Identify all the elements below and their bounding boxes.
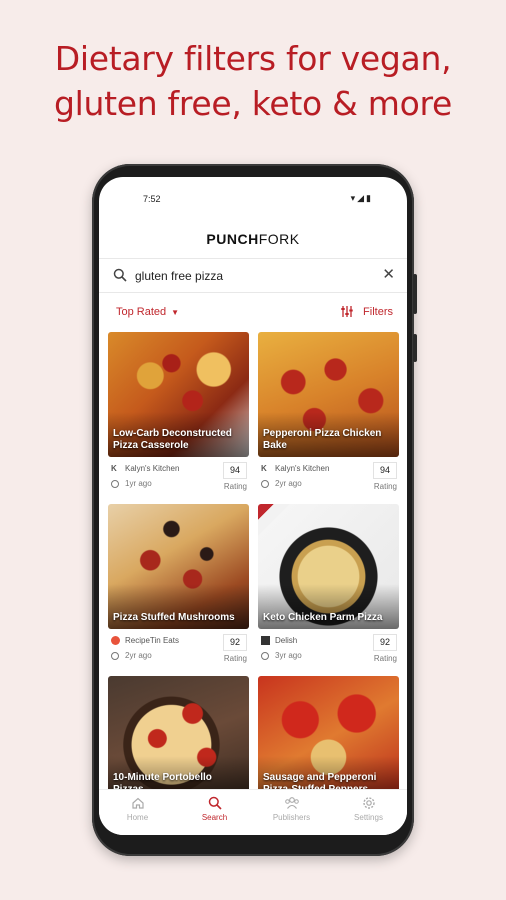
status-icons: ▾◢▮ xyxy=(351,193,373,204)
recipe-title: Pepperoni Pizza Chicken Bake xyxy=(263,428,382,451)
search-icon xyxy=(113,268,127,282)
recipe-image: 10-Minute Portobello Pizzas xyxy=(108,676,249,801)
battery-icon: ▮ xyxy=(366,193,373,203)
clock-icon xyxy=(111,651,119,660)
marketing-headline: Dietary filters for vegan, gluten free, … xyxy=(0,36,506,126)
search-bar: ✕ xyxy=(99,259,407,293)
recipe-image: Sausage and Pepperoni Pizza-Stuffed Pepp… xyxy=(258,676,399,801)
recipe-card[interactable]: Low-Carb Deconstructed Pizza Casserole K… xyxy=(108,332,249,500)
recipe-title: Pizza Stuffed Mushrooms xyxy=(113,612,235,623)
nav-search[interactable]: Search xyxy=(176,790,253,835)
recipetin-eats-logo-icon xyxy=(111,636,120,645)
signal-icon: ◢ xyxy=(357,193,367,203)
clock-icon xyxy=(261,651,269,660)
caret-down-icon: ▼ xyxy=(171,308,180,317)
volume-button xyxy=(413,274,417,314)
publisher: K Kalyn's Kitchen xyxy=(261,464,330,473)
filter-bar: Top Rated ▼ Filters xyxy=(99,293,407,331)
publisher: RecipeTin Eats xyxy=(111,636,179,645)
recipe-title: Keto Chicken Parm Pizza xyxy=(263,612,383,623)
rating-label: Rating xyxy=(373,654,397,663)
power-button xyxy=(413,334,417,362)
search-icon xyxy=(208,796,222,810)
delish-logo-icon xyxy=(261,636,270,645)
recipe-image: Low-Carb Deconstructed Pizza Casserole xyxy=(108,332,249,457)
nav-settings[interactable]: Settings xyxy=(330,790,407,835)
rating-label: Rating xyxy=(223,654,247,663)
recipe-card[interactable]: Pizza Stuffed Mushrooms RecipeTin Eats 2… xyxy=(108,504,249,672)
kalyns-kitchen-logo-icon: K xyxy=(111,464,117,473)
clock-icon xyxy=(261,479,269,488)
clock-icon xyxy=(111,479,119,488)
recipe-title: Low-Carb Deconstructed Pizza Casserole xyxy=(113,428,232,451)
phone-screen: 7:52 ▾◢▮ PUNCHFORK ✕ Top Rated▼ Filters xyxy=(99,177,407,835)
app-bar: PUNCHFORK xyxy=(99,215,407,259)
status-bar: 7:52 ▾◢▮ xyxy=(99,177,407,215)
nav-publishers[interactable]: Publishers xyxy=(253,790,330,835)
recipe-age: 1yr ago xyxy=(111,479,152,488)
publisher: Delish xyxy=(261,636,297,645)
rating-value: 92 xyxy=(373,634,397,651)
kalyns-kitchen-logo-icon: K xyxy=(261,464,267,473)
bottom-navigation: Home Search Publishers Settings xyxy=(99,789,407,835)
headline-line-2: gluten free, keto & more xyxy=(53,84,453,123)
recipe-age: 3yr ago xyxy=(261,651,302,660)
sort-dropdown[interactable]: Top Rated ▼ xyxy=(116,306,179,318)
publisher: K Kalyn's Kitchen xyxy=(111,464,180,473)
settings-icon xyxy=(362,797,375,809)
recipe-image: Keto Chicken Parm Pizza xyxy=(258,504,399,629)
rating-label: Rating xyxy=(373,482,397,491)
recipe-age: 2yr ago xyxy=(111,651,152,660)
recipe-image: Pizza Stuffed Mushrooms xyxy=(108,504,249,629)
nav-home[interactable]: Home xyxy=(99,790,176,835)
recipe-image: Pepperoni Pizza Chicken Bake xyxy=(258,332,399,457)
publishers-icon xyxy=(284,797,299,809)
rating-value: 94 xyxy=(223,462,247,479)
recipe-card[interactable]: Pepperoni Pizza Chicken Bake K Kalyn's Ki… xyxy=(258,332,399,500)
rating-label: Rating xyxy=(223,482,247,491)
rating-value: 92 xyxy=(223,634,247,651)
rating-value: 94 xyxy=(373,462,397,479)
sliders-icon xyxy=(341,306,353,317)
home-icon xyxy=(131,797,144,809)
app-logo: PUNCHFORK xyxy=(206,231,300,247)
recipe-card[interactable]: Keto Chicken Parm Pizza Delish 3yr ago 9… xyxy=(258,504,399,672)
status-time: 7:52 xyxy=(143,194,161,204)
filters-button[interactable]: Filters xyxy=(340,305,393,318)
close-icon[interactable]: ✕ xyxy=(382,267,395,283)
recipe-age: 2yr ago xyxy=(261,479,302,488)
headline-line-1: Dietary filters for vegan, xyxy=(54,39,452,78)
search-input[interactable] xyxy=(135,266,365,286)
